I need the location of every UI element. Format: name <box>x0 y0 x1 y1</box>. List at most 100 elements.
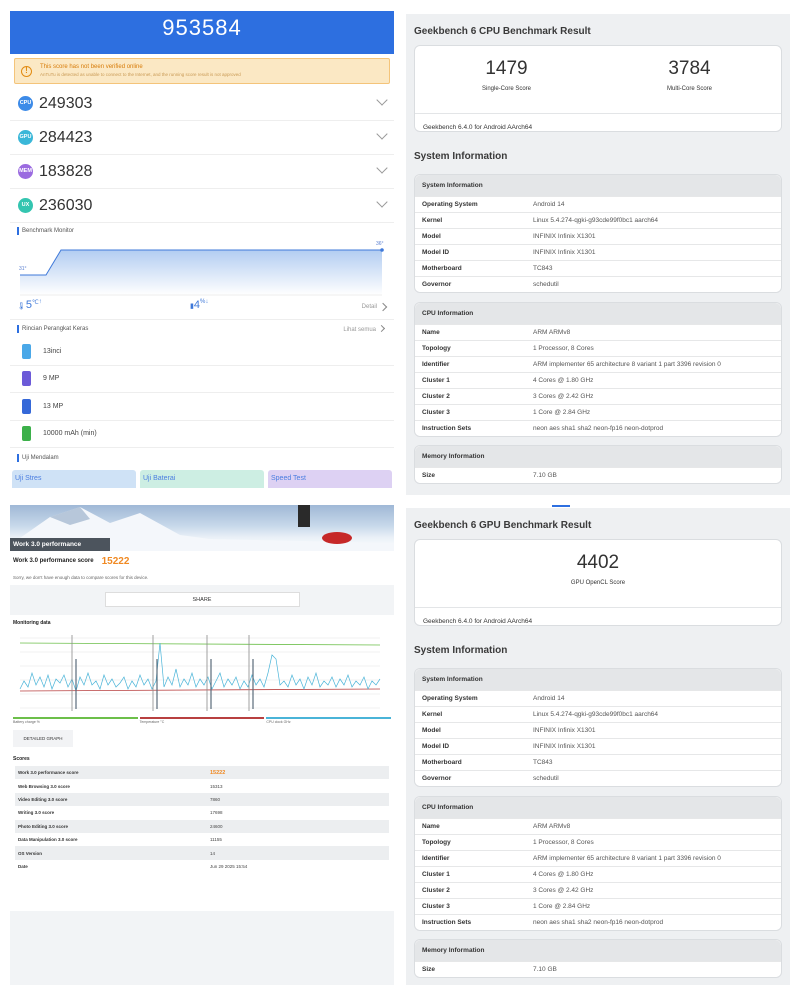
sled-shape <box>322 532 352 544</box>
info-key: Cluster 2 <box>422 887 450 894</box>
detail-link[interactable]: Detail <box>362 302 388 312</box>
info-value: INFINIX Infinix X1301 <box>533 249 596 256</box>
info-value: INFINIX Infinix X1301 <box>533 743 596 750</box>
info-value: 7.10 GB <box>533 966 557 973</box>
info-row: Governor schedutil <box>415 770 781 786</box>
info-row: Cluster 1 4 Cores @ 1.80 GHz <box>415 866 781 882</box>
system-info-title: System Information <box>414 151 508 162</box>
geekbench-gpu-panel: Geekbench 6 GPU Benchmark Result 4402 GP… <box>406 505 790 985</box>
info-row: Topology 1 Processor, 8 Cores <box>415 834 781 850</box>
rear-camera-icon <box>22 398 31 414</box>
battery-icon <box>22 426 31 442</box>
score-value: 249303 <box>39 94 93 112</box>
info-key: Model <box>422 727 441 734</box>
front-camera-icon <box>22 371 31 387</box>
table-row: Data Manipulation 3.0 score 11155 <box>15 833 389 846</box>
info-row: Size 7.10 GB <box>415 961 781 977</box>
multi-core-score: 3784 Multi-Core Score <box>666 58 712 92</box>
temperature-area <box>20 250 382 295</box>
table-cell-name: Work 3.0 performance score <box>18 770 79 776</box>
info-value: Linux 5.4.274-qgki-g93cde99f0bc1 aarch64 <box>533 217 659 224</box>
gpu-badge-icon: GPU <box>18 130 33 145</box>
table-row: OS Version 14 <box>15 846 389 860</box>
benchmark-monitor-chart[interactable]: 31° 36° 🌡5℃↑ ▮4%↓ Detail <box>10 239 394 320</box>
monitoring-graph <box>10 629 394 717</box>
info-key: Name <box>422 329 440 336</box>
deep-test-tile[interactable]: Uji Stres <box>12 470 136 488</box>
chevron-down-icon[interactable] <box>376 94 388 106</box>
hardware-item-label: 13inci <box>43 347 62 355</box>
table-cell-value: 17698 <box>210 810 223 816</box>
info-key: Topology <box>422 839 451 846</box>
info-value: ARM ARMv8 <box>533 823 571 830</box>
info-value: INFINIX Infinix X1301 <box>533 233 596 240</box>
score-row-ux[interactable]: UX 236030 <box>10 189 394 223</box>
score-value: 236030 <box>39 196 93 214</box>
info-row: Kernel Linux 5.4.274-qgki-g93cde99f0bc1 a… <box>415 212 781 228</box>
table-cell-name: Data Manipulation 3.0 score <box>18 837 78 843</box>
info-row: Cluster 3 1 Core @ 2.84 GHz <box>415 404 781 420</box>
info-key: Cluster 1 <box>422 871 450 878</box>
table-row: Work 3.0 performance score 15222 <box>15 766 389 780</box>
info-value: Android 14 <box>533 201 565 208</box>
table-cell-value: 14 <box>210 850 216 856</box>
info-key: Topology <box>422 345 451 352</box>
deep-test-tile[interactable]: Uji Baterai <box>140 470 264 488</box>
score-row-mem[interactable]: MEM 183828 <box>10 155 394 189</box>
chevron-down-icon[interactable] <box>376 196 388 208</box>
info-key: Cluster 3 <box>422 903 450 910</box>
scores-table: Work 3.0 performance score 15222 Web Brows… <box>15 766 389 873</box>
info-card-header: CPU Information <box>415 797 781 818</box>
info-row: Cluster 1 4 Cores @ 1.80 GHz <box>415 372 781 388</box>
info-value: Linux 5.4.274-qgki-g93cde99f0bc1 aarch64 <box>533 711 659 718</box>
unverified-warning[interactable]: ! This score has not been verified onlin… <box>14 58 390 84</box>
info-row: Model INFINIX Infinix X1301 <box>415 228 781 244</box>
detailed-graph-button[interactable]: DETAILED GRAPH <box>13 730 73 747</box>
scores-heading: Scores <box>13 756 30 762</box>
table-cell-name: OS Version <box>18 850 43 856</box>
cpu-result-title: Geekbench 6 CPU Benchmark Result <box>414 26 591 37</box>
table-cell-name: Photo Editing 3.0 score <box>18 823 69 829</box>
info-key: Kernel <box>422 217 443 224</box>
memory-information-card: Memory Information Size 7.10 GB <box>414 939 782 978</box>
single-core-score: 1479 Single-Core Score <box>481 58 532 92</box>
score-row-gpu[interactable]: GPU 284423 <box>10 121 394 155</box>
deep-test-tile[interactable]: Speed Test <box>268 470 392 488</box>
info-value: 1 Processor, 8 Cores <box>533 345 594 352</box>
info-key: Operating System <box>422 201 478 208</box>
cpu-information-card: CPU Information Name ARM ARMv8 Topology 1 Pr… <box>414 796 782 931</box>
table-cell-name: Date <box>18 863 28 869</box>
hardware-heading: Rincian Perangkat Keras Lihat semua <box>10 320 394 338</box>
battery-series <box>19 642 381 646</box>
chevron-down-icon[interactable] <box>376 162 388 174</box>
info-value: TC843 <box>533 759 553 766</box>
start-temperature: 31° <box>19 266 27 272</box>
share-button[interactable]: SHARE <box>104 592 300 607</box>
info-row: Operating System Android 14 <box>415 196 781 212</box>
info-row: Size 7.10 GB <box>415 467 781 483</box>
score-row-cpu[interactable]: CPU 249303 <box>10 87 394 121</box>
warning-detail: AnTuTu is detected as unable to connect … <box>40 72 241 77</box>
info-value: 1 Core @ 2.84 GHz <box>533 903 591 910</box>
legend-cpu-clock: CPU clock GHz <box>266 717 392 729</box>
score-value: 284423 <box>39 128 93 146</box>
deep-test-tiles: Uji Stres Uji Baterai Speed Test <box>10 470 394 488</box>
table-row: Date Jun 29 2025 15:54 <box>15 860 389 873</box>
deep-test-heading: Uji Mendalam <box>10 450 394 466</box>
table-row: Web Browsing 3.0 score 15313 <box>15 779 389 792</box>
info-key: Identifier <box>422 855 450 862</box>
table-cell-name: Web Browsing 3.0 score <box>18 783 70 789</box>
info-value: INFINIX Infinix X1301 <box>533 727 596 734</box>
see-all-link[interactable]: Lihat semua <box>343 324 386 333</box>
chevron-down-icon[interactable] <box>376 128 388 140</box>
legend-battery: Battery charge % <box>13 717 138 729</box>
geekbench-version: Geekbench 6.4.0 for Android AArch64 <box>423 618 533 625</box>
info-key: Motherboard <box>422 265 462 272</box>
table-cell-name: Writing 3.0 score <box>18 810 55 816</box>
hero-label: Work 3.0 performance <box>10 538 110 551</box>
arrow-up-icon: ↑ <box>38 299 42 305</box>
info-row: Motherboard TC843 <box>415 260 781 276</box>
info-card-header: System Information <box>415 175 781 196</box>
table-row: Video Editing 3.0 score 7860 <box>15 792 389 807</box>
info-key: Governor <box>422 281 452 288</box>
